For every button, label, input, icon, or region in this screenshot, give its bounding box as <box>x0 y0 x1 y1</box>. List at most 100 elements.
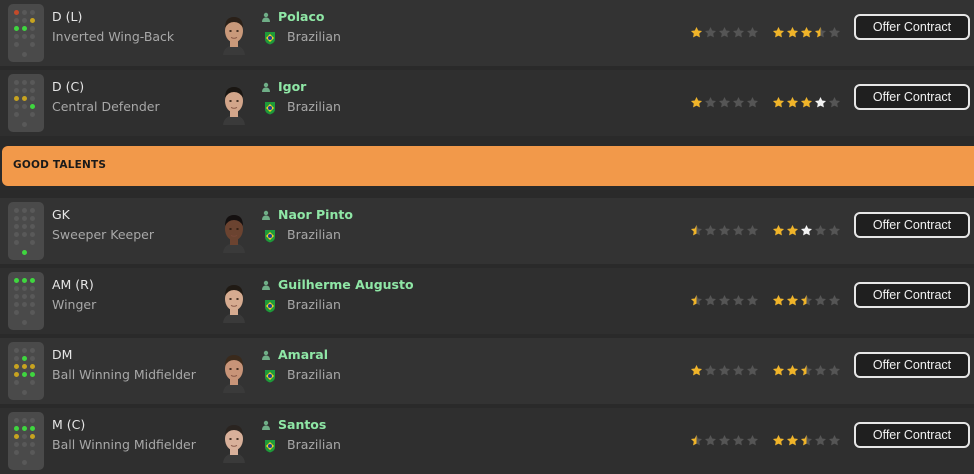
section-title: GOOD TALENTS <box>13 159 107 171</box>
pitch-dot <box>30 450 35 455</box>
star-icon <box>718 26 731 38</box>
offer-contract-button[interactable]: Offer Contract <box>854 14 970 40</box>
youth-icon <box>262 280 270 290</box>
pitch-dot <box>22 232 27 237</box>
pitch-dot <box>22 216 27 221</box>
star-icon <box>772 26 785 38</box>
pitch-dot <box>22 26 27 31</box>
pitch-dot <box>14 348 19 353</box>
pitch-dot <box>22 122 27 127</box>
pitch-dot <box>22 294 27 299</box>
potential-ability-stars <box>772 364 841 377</box>
player-row[interactable]: DM Ball Winning Midfielder Amaral Brazilian… <box>0 338 974 404</box>
player-row[interactable]: D (C) Central Defender Igor Brazilian Offer … <box>0 70 974 136</box>
pitch-dot <box>30 232 35 237</box>
youth-icon <box>262 350 270 360</box>
pitch-dot <box>30 418 35 423</box>
pitch-dot <box>22 348 27 353</box>
pitch-dot <box>22 356 27 361</box>
pitch-dot <box>30 240 35 245</box>
pitch-dot <box>30 372 35 377</box>
player-name-link[interactable]: Santos <box>278 417 326 432</box>
player-position: M (C) <box>52 417 86 432</box>
player-name-link[interactable]: Igor <box>278 79 306 94</box>
offer-contract-button[interactable]: Offer Contract <box>854 422 970 448</box>
pitch-dot <box>30 364 35 369</box>
pitch-dot <box>14 450 19 455</box>
player-name-link[interactable]: Amaral <box>278 347 328 362</box>
pitch-dot <box>30 80 35 85</box>
star-icon <box>704 294 717 306</box>
pitch-dot <box>22 302 27 307</box>
pitch-dot <box>30 88 35 93</box>
current-ability-stars <box>690 364 759 377</box>
star-icon <box>786 224 799 236</box>
pitch-dot <box>14 18 19 23</box>
brazil-flag-icon <box>265 440 275 453</box>
pitch-dot <box>30 442 35 447</box>
star-icon <box>772 96 785 108</box>
offer-contract-button[interactable]: Offer Contract <box>854 84 970 110</box>
player-face-icon <box>223 355 245 393</box>
player-row[interactable]: AM (R) Winger Guilherme Augusto Brazilian Of… <box>0 268 974 334</box>
offer-contract-button[interactable]: Offer Contract <box>854 212 970 238</box>
star-icon <box>814 96 827 108</box>
youth-icon <box>262 210 270 220</box>
pitch-dot <box>14 216 19 221</box>
pitch-dot <box>14 442 19 447</box>
pitch-dot <box>30 208 35 213</box>
pitch-dot <box>22 434 27 439</box>
player-position: AM (R) <box>52 277 94 292</box>
pitch-dot <box>14 310 19 315</box>
star-icon <box>746 434 759 446</box>
pitch-dot <box>30 10 35 15</box>
offer-contract-button[interactable]: Offer Contract <box>854 352 970 378</box>
pitch-dot <box>22 224 27 229</box>
star-icon <box>800 434 813 446</box>
section-header-good-talents: GOOD TALENTS <box>2 146 974 186</box>
pitch-dot <box>30 34 35 39</box>
player-name-link[interactable]: Polaco <box>278 9 324 24</box>
pitch-dot <box>30 216 35 221</box>
star-icon <box>718 364 731 376</box>
star-icon <box>828 96 841 108</box>
star-icon <box>786 364 799 376</box>
pitch-dot <box>14 208 19 213</box>
current-ability-stars <box>690 96 759 109</box>
player-row[interactable]: M (C) Ball Winning Midfielder Santos Brazil… <box>0 408 974 474</box>
pitch-dot <box>14 34 19 39</box>
pitch-dot <box>22 372 27 377</box>
player-role: Central Defender <box>52 99 160 114</box>
pitch-dot <box>14 372 19 377</box>
star-icon <box>786 26 799 38</box>
pitch-dot <box>14 286 19 291</box>
pitch-dot <box>22 426 27 431</box>
player-name-link[interactable]: Guilherme Augusto <box>278 277 414 292</box>
pitch-dot <box>30 96 35 101</box>
star-icon <box>704 96 717 108</box>
star-icon <box>746 26 759 38</box>
star-icon <box>690 26 703 38</box>
pitch-dot <box>14 240 19 245</box>
player-row[interactable]: D (L) Inverted Wing-Back Polaco Brazilian Of… <box>0 0 974 66</box>
player-face-icon <box>223 17 245 55</box>
player-role: Ball Winning Midfielder <box>52 367 196 382</box>
brazil-flag-icon <box>265 32 275 45</box>
player-name-link[interactable]: Naor Pinto <box>278 207 353 222</box>
pitch-dot <box>14 112 19 117</box>
star-icon <box>786 96 799 108</box>
pitch-dot <box>14 356 19 361</box>
pitch-dot <box>14 232 19 237</box>
player-row[interactable]: GK Sweeper Keeper Naor Pinto Brazilian Offer… <box>0 198 974 264</box>
star-icon <box>800 224 813 236</box>
potential-ability-stars <box>772 434 841 447</box>
star-icon <box>772 364 785 376</box>
star-icon <box>718 96 731 108</box>
star-icon <box>814 364 827 376</box>
star-icon <box>746 294 759 306</box>
star-icon <box>690 96 703 108</box>
player-nationality: Brazilian <box>287 99 341 114</box>
current-ability-stars <box>690 224 759 237</box>
offer-contract-button[interactable]: Offer Contract <box>854 282 970 308</box>
current-ability-stars <box>690 294 759 307</box>
